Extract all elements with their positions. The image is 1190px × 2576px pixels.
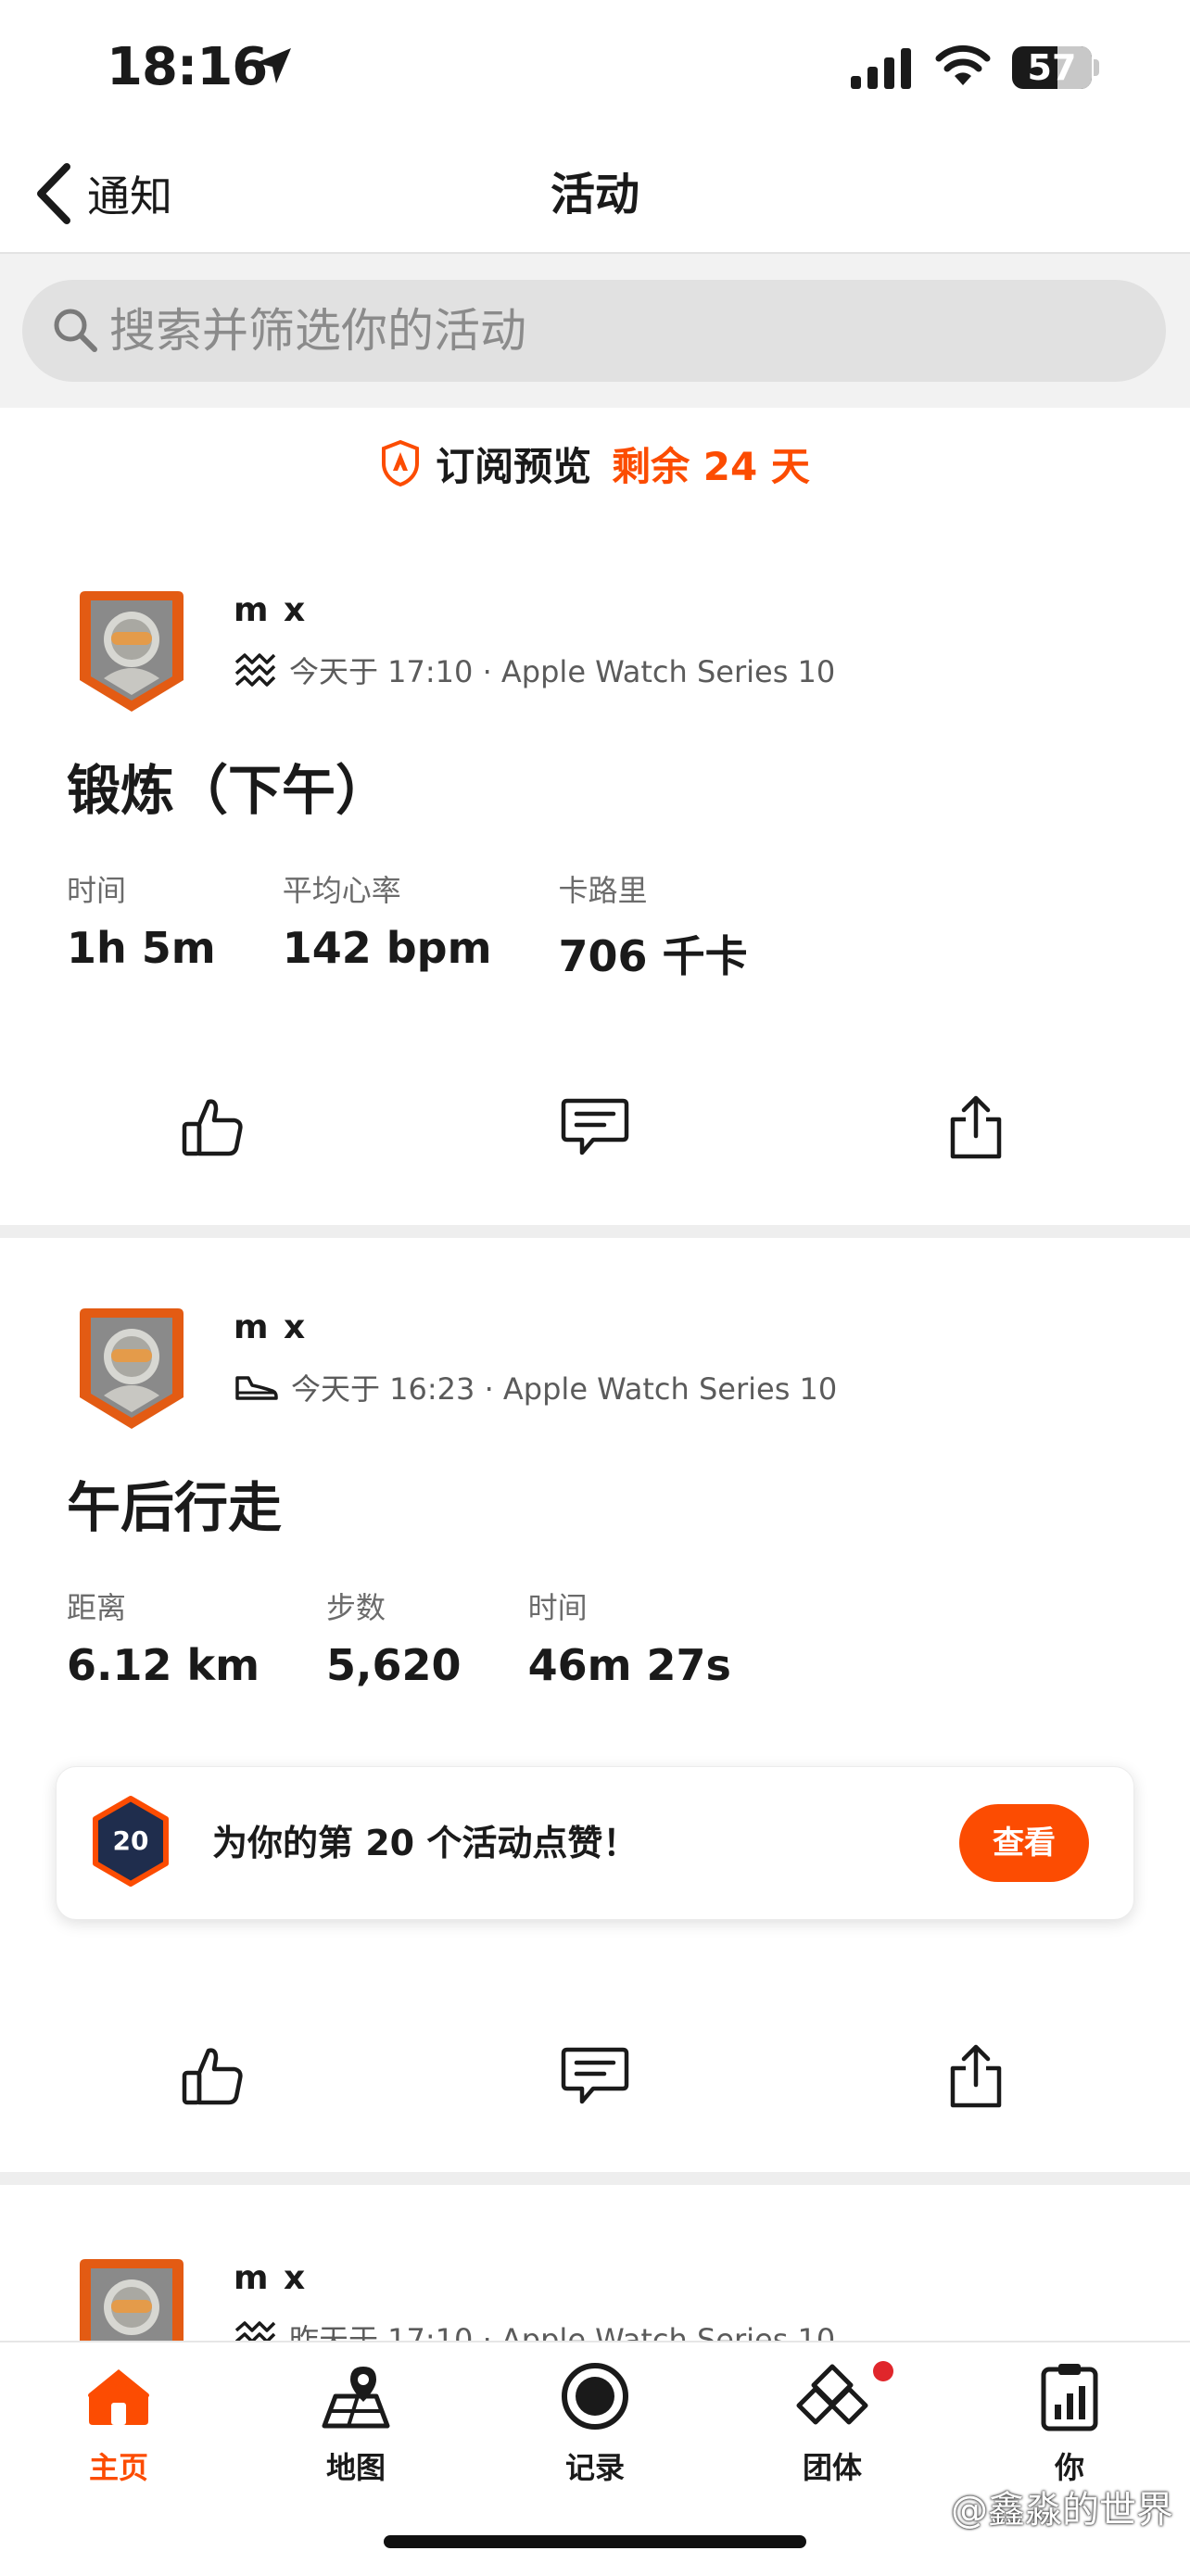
stat-value: 6.12 km	[67, 1640, 260, 1690]
status-bar: 18:16 57	[0, 0, 1190, 139]
map-icon	[319, 2359, 393, 2433]
stat-distance: 距离 6.12 km	[67, 1585, 260, 1690]
card-divider	[0, 2172, 1190, 2185]
activity-date-device: 昨天于 17:10 · Apple Watch Series 10	[289, 2322, 836, 2341]
view-achievement-button[interactable]: 查看	[959, 1804, 1089, 1882]
walk-shoe-icon	[235, 1376, 278, 1400]
comment-icon	[561, 1098, 629, 1155]
stat-value: 706 千卡	[558, 931, 748, 981]
stat-label: 时间	[527, 1590, 588, 1625]
activity-meta: 今天于 17:10 · Apple Watch Series 10	[234, 649, 835, 691]
avatar[interactable]	[76, 587, 187, 715]
notification-dot	[873, 2361, 893, 2381]
athlete-name[interactable]: m x	[234, 1308, 307, 1346]
activity-title[interactable]: 锻炼（下午）	[67, 747, 389, 825]
activity-actions	[0, 1077, 1190, 1179]
stat-value: 5,620	[326, 1640, 462, 1690]
activity-card[interactable]: m x 昨天于 17:10 · Apple Watch Series 10	[0, 2224, 1190, 2341]
comment-icon	[561, 2047, 629, 2104]
back-label: 通知	[87, 171, 172, 221]
activity-actions	[0, 2026, 1190, 2128]
home-indicator[interactable]	[384, 2535, 806, 2548]
avatar[interactable]	[76, 2255, 187, 2341]
stat-value: 1h 5m	[67, 923, 216, 973]
avatar[interactable]	[76, 1305, 187, 1433]
groups-icon	[795, 2359, 869, 2433]
you-icon	[1032, 2359, 1107, 2433]
achievement-text: 为你的第 20 个活动点赞！	[212, 1823, 639, 1863]
stat-label: 距离	[67, 1590, 127, 1625]
tab-home[interactable]: 主页	[26, 2342, 211, 2491]
stat-steps: 步数 5,620	[326, 1585, 462, 1690]
stat-label: 平均心率	[282, 873, 401, 908]
stat-avg-heart-rate: 平均心率 142 bpm	[283, 867, 492, 984]
stat-value: 142 bpm	[282, 923, 492, 973]
activity-date-device: 今天于 17:10 · Apple Watch Series 10	[289, 654, 836, 689]
search-section: 搜索并筛选你的活动	[0, 254, 1190, 408]
share-icon	[950, 1095, 1002, 1159]
subscription-shield-icon	[382, 439, 420, 487]
status-time: 18:16	[107, 37, 268, 97]
activity-meta: 今天于 16:23 · Apple Watch Series 10	[234, 1366, 837, 1408]
stat-calories: 卡路里 706 千卡	[559, 867, 748, 984]
share-button[interactable]	[925, 2026, 1027, 2128]
activity-date-device: 今天于 16:23 · Apple Watch Series 10	[291, 1371, 838, 1407]
card-divider	[0, 1225, 1190, 1238]
share-icon	[950, 2044, 1002, 2108]
location-arrow-icon	[256, 48, 291, 83]
activity-card[interactable]: m x 今天于 16:23 · Apple Watch Series 10 午后…	[0, 1273, 1190, 2172]
stat-time: 时间 46m 27s	[528, 1585, 731, 1690]
comment-button[interactable]	[544, 1077, 646, 1179]
achievement-card[interactable]: 20 为你的第 20 个活动点赞！ 查看	[56, 1766, 1134, 1920]
home-icon	[82, 2359, 156, 2433]
stat-label: 卡路里	[558, 873, 648, 908]
search-icon	[54, 309, 97, 352]
comment-button[interactable]	[544, 2026, 646, 2128]
tab-maps[interactable]: 地图	[263, 2342, 449, 2491]
athlete-name[interactable]: m x	[234, 591, 307, 629]
battery-icon: 57	[1012, 46, 1092, 89]
stat-time: 时间 1h 5m	[67, 867, 216, 984]
search-input[interactable]: 搜索并筛选你的活动	[22, 280, 1166, 382]
workout-icon	[234, 2321, 276, 2341]
tab-you[interactable]: 你	[977, 2342, 1162, 2491]
share-button[interactable]	[925, 1077, 1027, 1179]
battery-level: 57	[1027, 47, 1077, 88]
thumbs-up-icon	[182, 1099, 243, 1156]
subscription-label: 订阅预览	[436, 443, 592, 489]
search-placeholder: 搜索并筛选你的活动	[109, 304, 526, 358]
thumbs-up-icon	[182, 2048, 243, 2105]
athlete-name[interactable]: m x	[234, 2259, 307, 2297]
subscription-remaining: 剩余 24 天	[612, 443, 810, 489]
tab-record[interactable]: 记录	[502, 2342, 688, 2491]
stat-label: 步数	[326, 1590, 386, 1625]
watermark: @鑫淼的世界	[951, 2489, 1173, 2532]
back-button[interactable]: 通知	[33, 152, 172, 235]
page-title: 活动	[550, 169, 639, 221]
tab-label: 主页	[88, 2450, 148, 2485]
tab-label: 记录	[564, 2450, 625, 2485]
achievement-badge-number: 20	[112, 1825, 149, 1856]
activity-title[interactable]: 午后行走	[67, 1464, 282, 1542]
wifi-icon	[935, 44, 991, 85]
activity-stats: 时间 1h 5m 平均心率 142 bpm 卡路里 706 千卡	[67, 867, 815, 984]
activity-card[interactable]: m x 今天于 17:10 · Apple Watch Series 10 锻炼…	[0, 556, 1190, 1225]
stat-label: 时间	[67, 873, 127, 908]
workout-icon	[234, 653, 276, 687]
chevron-left-icon	[37, 163, 70, 224]
subscription-banner[interactable]: 订阅预览 剩余 24 天	[0, 408, 1190, 519]
activity-stats: 距离 6.12 km 步数 5,620 时间 46m 27s	[67, 1585, 798, 1690]
kudos-button[interactable]	[161, 2026, 263, 2128]
battery-tip	[1094, 59, 1099, 76]
tab-label: 地图	[325, 2450, 386, 2485]
nav-bar: 通知 活动	[0, 139, 1190, 254]
activity-meta: 昨天于 17:10 · Apple Watch Series 10	[234, 2317, 835, 2341]
kudos-button[interactable]	[161, 1077, 263, 1179]
tab-label: 团体	[802, 2450, 862, 2485]
record-icon	[558, 2359, 632, 2433]
cellular-signal-icon	[851, 48, 911, 89]
stat-value: 46m 27s	[527, 1640, 731, 1690]
tab-groups[interactable]: 团体	[740, 2342, 925, 2491]
